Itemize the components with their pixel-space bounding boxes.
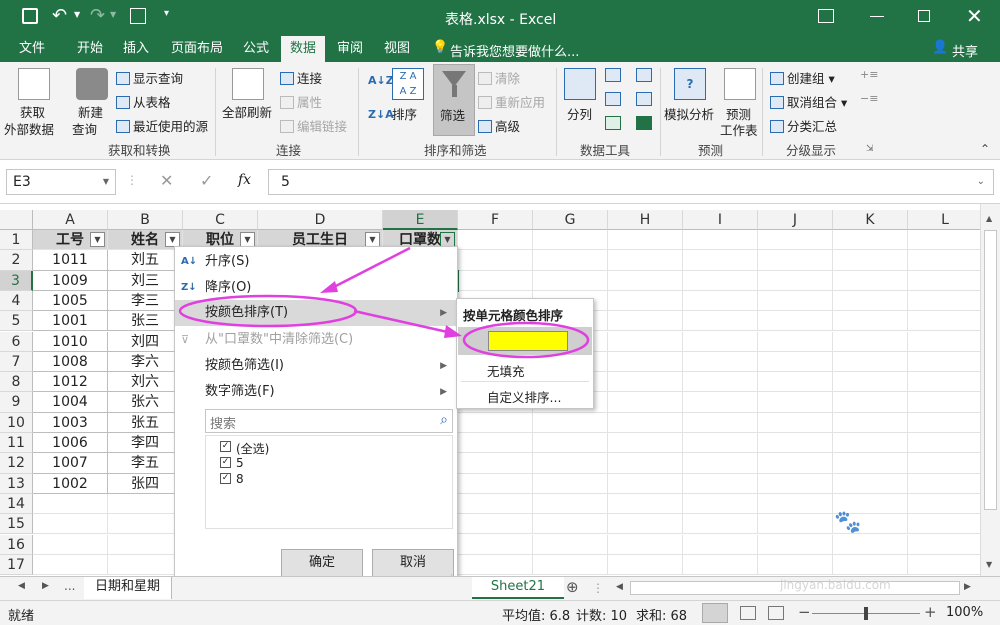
status-average[interactable]: 平均值: 6.8: [502, 605, 570, 624]
sheet-tab[interactable]: 日期和星期: [84, 577, 172, 599]
watermark-site: jingyan.baidu.com: [780, 578, 891, 592]
sheet-bar-grip-icon: ⋮: [592, 581, 604, 595]
sheet-scroll-left-icon[interactable]: ◀: [18, 581, 25, 591]
status-ready: 就绪: [8, 609, 35, 624]
page-layout-view-icon[interactable]: [740, 606, 756, 620]
annotation-ellipse-menu: [178, 294, 358, 328]
baidu-paw-icon: 🐾: [834, 510, 862, 535]
annotation-arrowhead-2: [444, 325, 462, 338]
status-bar: 就绪 平均值: 6.8 计数: 10 求和: 68 − + 100%: [0, 600, 1000, 625]
zoom-out-icon[interactable]: −: [798, 603, 811, 621]
annotation-arrowhead-1: [320, 281, 338, 293]
zoom-slider-thumb[interactable]: [864, 607, 868, 620]
annotation-arrow-2: [353, 309, 453, 335]
h-scroll-right-icon[interactable]: ▶: [964, 582, 971, 592]
annotation-arrow-1: [327, 246, 411, 292]
add-sheet-icon[interactable]: ⊕: [566, 578, 579, 596]
sheet-scroll-right-icon[interactable]: ▶: [42, 581, 49, 591]
status-sum[interactable]: 求和: 68: [636, 605, 687, 624]
sheet-more-left-icon[interactable]: ...: [64, 579, 75, 593]
status-count[interactable]: 计数: 10: [576, 605, 627, 624]
annotation-ellipse-swatch: [462, 321, 590, 359]
sheet-tab-active[interactable]: Sheet21: [472, 577, 564, 599]
h-scroll-left-icon[interactable]: ◀: [616, 582, 623, 592]
zoom-in-icon[interactable]: +: [924, 603, 937, 621]
page-break-view-icon[interactable]: [768, 606, 784, 620]
baidu-watermark: 🐾 jingyan.baidu.com: [772, 510, 952, 596]
zoom-level[interactable]: 100%: [946, 605, 983, 620]
normal-view-icon[interactable]: [702, 603, 728, 623]
